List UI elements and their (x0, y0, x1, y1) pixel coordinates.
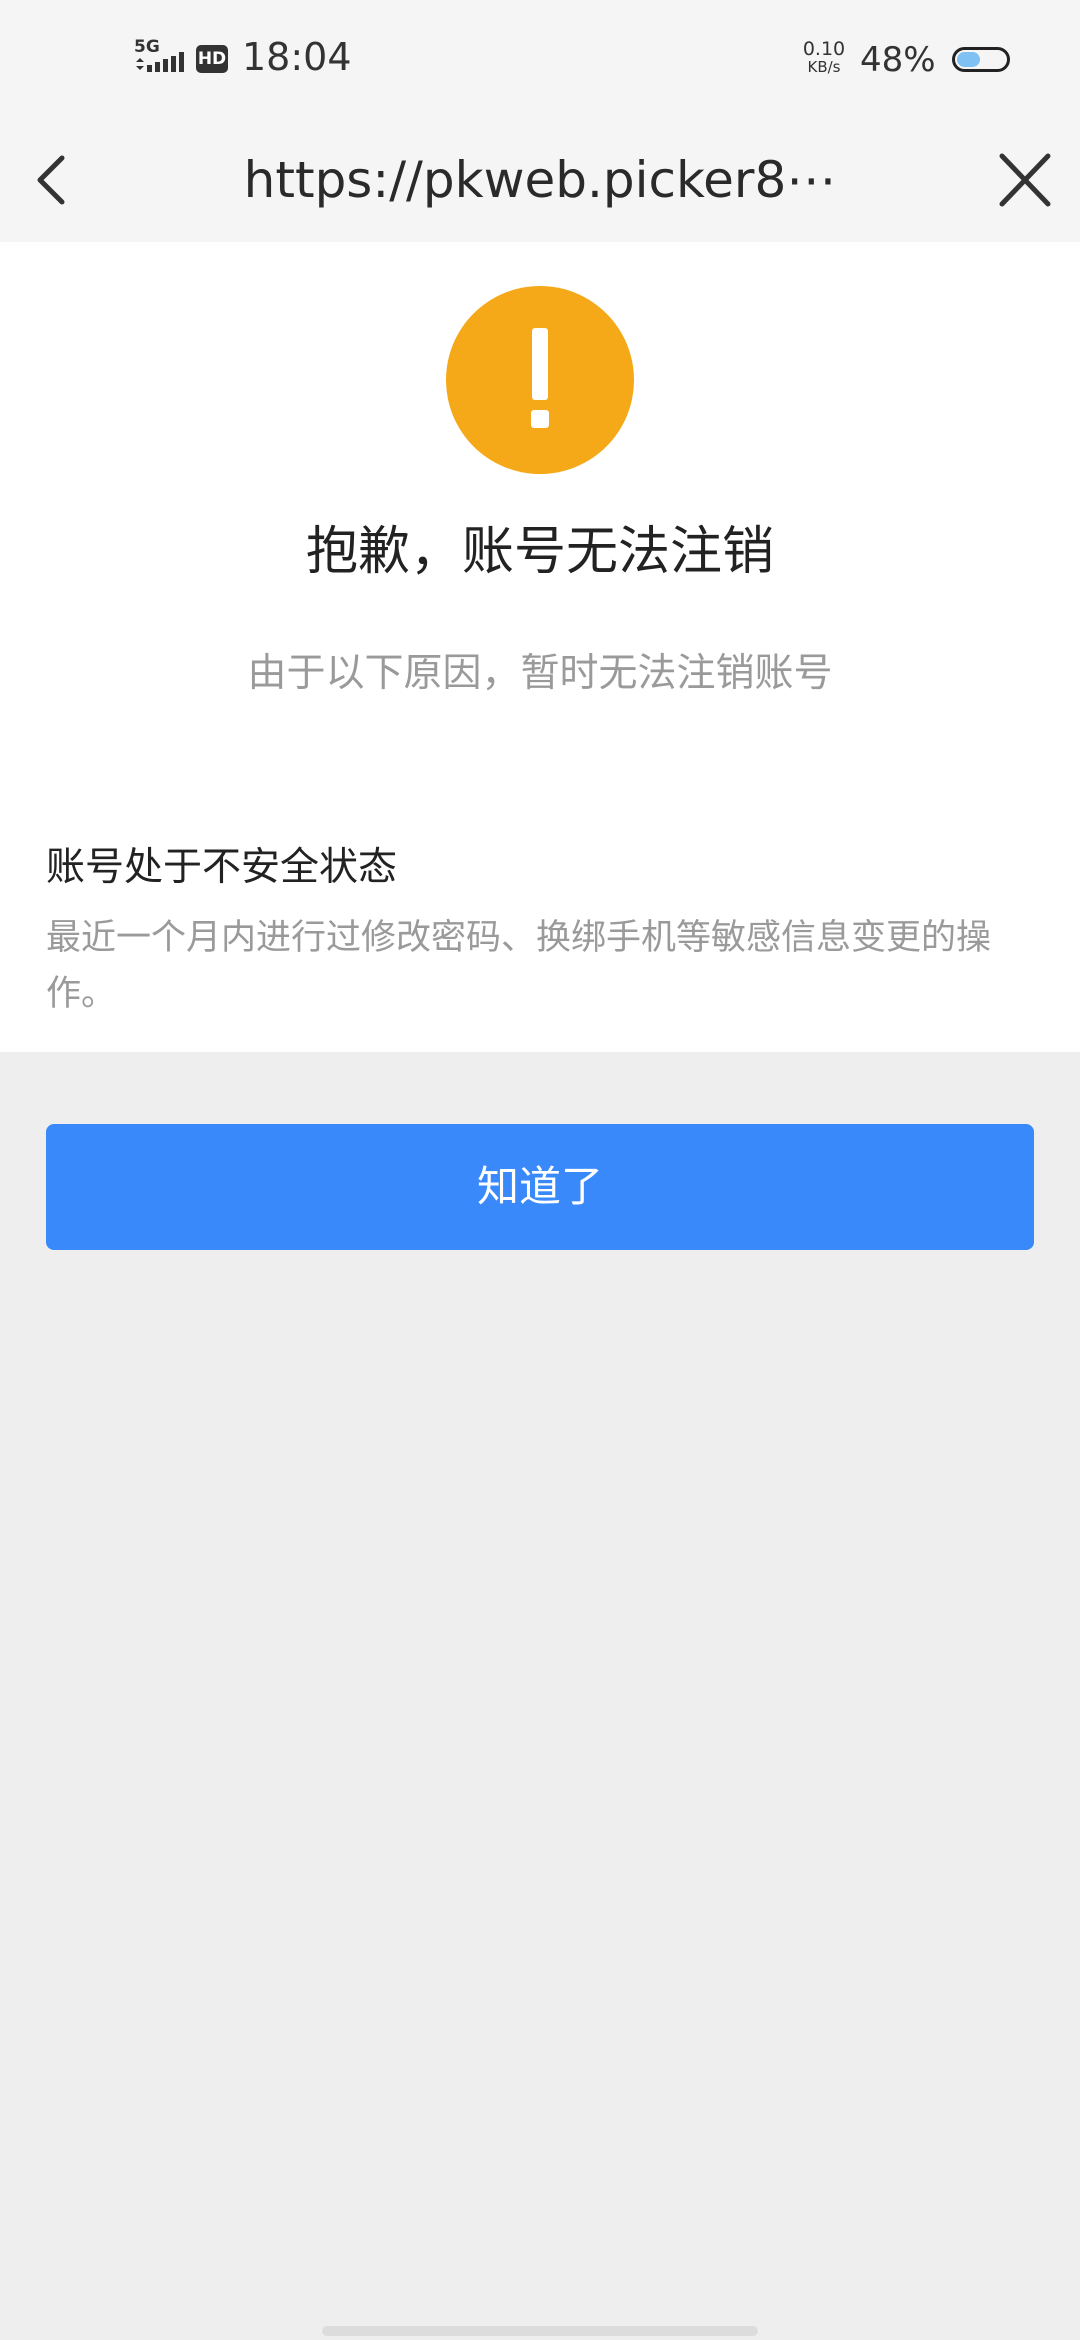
warning-icon (446, 286, 634, 474)
browser-nav-bar: https://pkweb.picker8⋯ (0, 120, 1080, 242)
info-card: 抱歉，账号无法注销 由于以下原因，暂时无法注销账号 账号处于不安全状态 最近一个… (0, 242, 1080, 1052)
hd-badge: HD (196, 45, 228, 73)
status-bar: 5G HD 18:04 0.10 KB/s 48% (0, 0, 1080, 120)
chevron-left-icon[interactable] (22, 142, 82, 218)
network-speed-unit: KB/s (807, 58, 841, 76)
home-indicator[interactable] (322, 2326, 758, 2336)
network-speed: 0.10 KB/s (800, 40, 848, 76)
battery-level-fill (957, 52, 980, 67)
page-subtitle: 由于以下原因，暂时无法注销账号 (247, 651, 833, 696)
reason-description: 最近一个月内进行过修改密码、换绑手机等敏感信息变更的操作。 (46, 918, 992, 1014)
battery-percent: 48% (860, 40, 936, 80)
page-title: 抱歉，账号无法注销 (305, 522, 774, 582)
signal-icon (136, 52, 184, 72)
got-it-button[interactable]: 知道了 (46, 1124, 1034, 1250)
network-speed-value: 0.10 (802, 38, 846, 60)
status-time: 18:04 (242, 35, 352, 79)
reason-title: 账号处于不安全状态 (46, 845, 398, 890)
battery-icon (952, 47, 1010, 72)
page-url: https://pkweb.picker8⋯ (243, 151, 837, 209)
close-icon[interactable] (990, 142, 1060, 218)
